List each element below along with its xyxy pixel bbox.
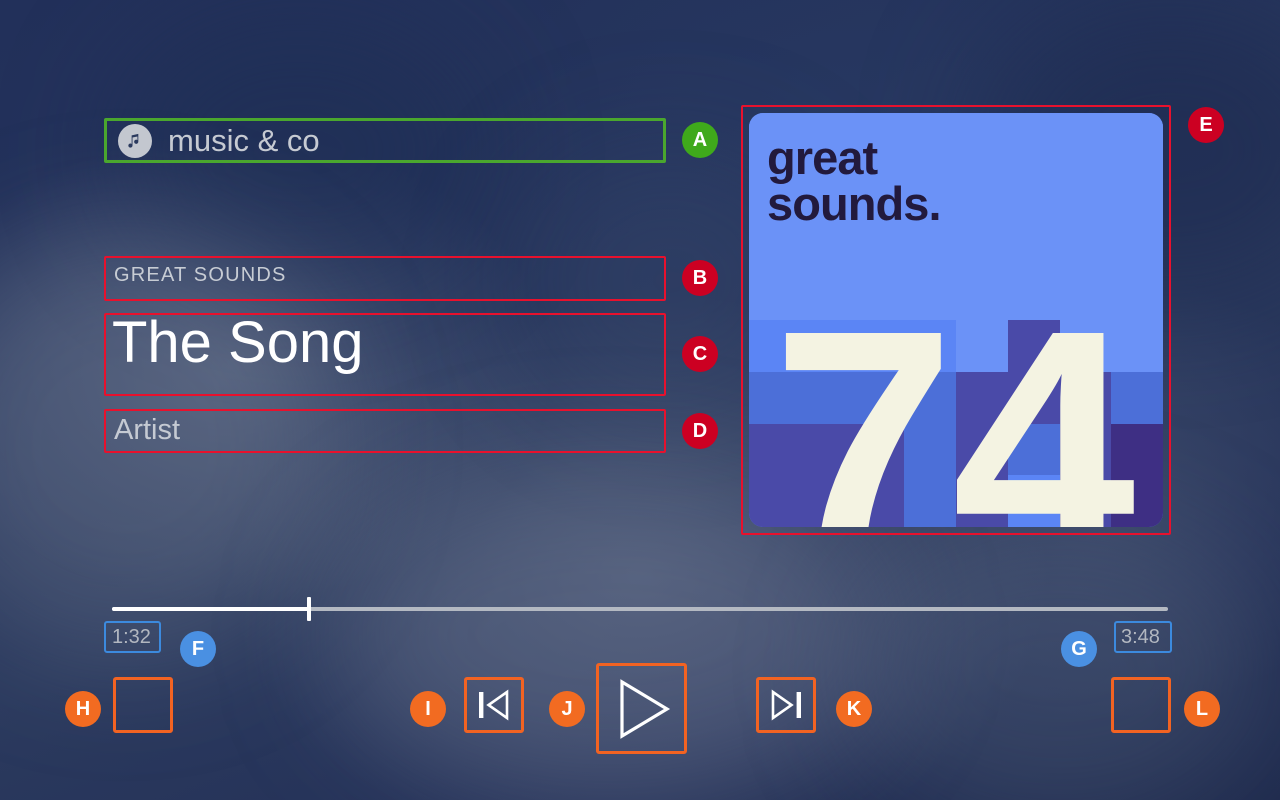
annotation-badge-e: E xyxy=(1188,107,1224,143)
annotation-badge-k: K xyxy=(836,691,872,727)
music-player-screen: music & co A GREAT SOUNDS B The Song C A… xyxy=(0,0,1280,800)
annotation-box-k xyxy=(756,677,816,733)
annotation-badge-g: G xyxy=(1061,631,1097,667)
annotation-badge-i: I xyxy=(410,691,446,727)
annotation-badge-f: F xyxy=(180,631,216,667)
annotation-box-f xyxy=(104,621,161,653)
annotation-box-h[interactable] xyxy=(113,677,173,733)
annotation-box-j xyxy=(596,663,687,754)
progress-bar-fill xyxy=(112,607,310,611)
annotation-badge-b: B xyxy=(682,260,718,296)
annotation-badge-h: H xyxy=(65,691,101,727)
annotation-box-g xyxy=(1114,621,1172,653)
annotation-box-a xyxy=(104,118,666,163)
annotation-badge-a: A xyxy=(682,122,718,158)
annotation-box-c xyxy=(104,313,666,396)
progress-bar-thumb[interactable] xyxy=(307,597,312,621)
progress-bar[interactable] xyxy=(112,597,1168,621)
annotation-box-l[interactable] xyxy=(1111,677,1171,733)
annotation-badge-j: J xyxy=(549,691,585,727)
annotation-badge-l: L xyxy=(1184,691,1220,727)
annotation-box-b xyxy=(104,256,666,301)
annotation-box-d xyxy=(104,409,666,453)
annotation-box-i xyxy=(464,677,524,733)
annotation-box-e xyxy=(741,105,1171,535)
annotation-badge-d: D xyxy=(682,413,718,449)
annotation-badge-c: C xyxy=(682,336,718,372)
